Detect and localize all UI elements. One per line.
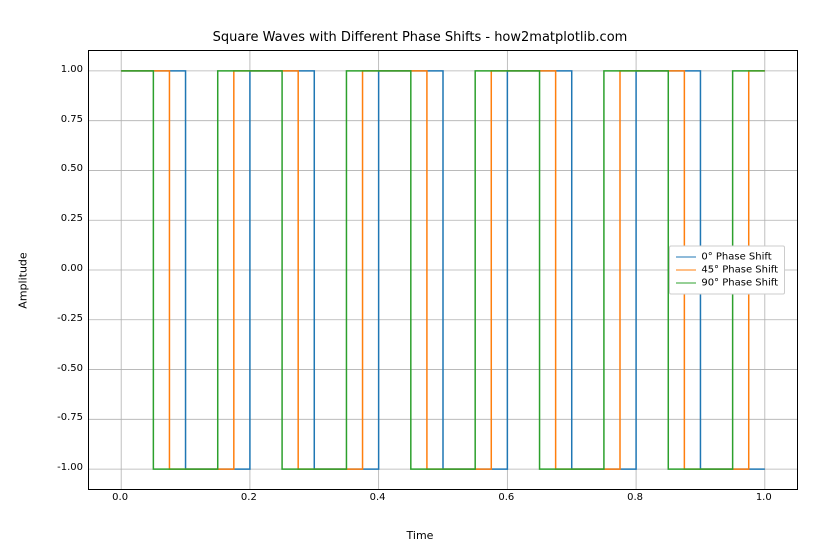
- chart-title: Square Waves with Different Phase Shifts…: [0, 30, 840, 45]
- y-tick: -0.75: [57, 412, 83, 423]
- x-tick: 0.2: [241, 492, 257, 503]
- plot-area: 0° Phase Shift 45° Phase Shift 90° Phase…: [88, 50, 798, 490]
- x-axis-label: Time: [0, 529, 840, 542]
- y-tick: 0.25: [61, 213, 83, 224]
- y-tick: -1.00: [57, 462, 83, 473]
- legend-label-1: 45° Phase Shift: [701, 265, 778, 276]
- legend-swatch-2: [676, 283, 696, 284]
- chart-container: Square Waves with Different Phase Shifts…: [0, 0, 840, 560]
- legend-item-1: 45° Phase Shift: [676, 264, 778, 277]
- legend-label-0: 0° Phase Shift: [701, 252, 771, 263]
- y-tick: -0.50: [57, 363, 83, 374]
- y-tick: 0.00: [61, 263, 83, 274]
- x-tick: 1.0: [756, 492, 772, 503]
- series-group: [121, 71, 765, 469]
- x-tick: 0.4: [370, 492, 386, 503]
- x-tick: 0.6: [498, 492, 514, 503]
- x-tick: 0.0: [112, 492, 128, 503]
- x-tick: 0.8: [627, 492, 643, 503]
- y-tick: 1.00: [61, 64, 83, 75]
- y-tick: 0.50: [61, 163, 83, 174]
- legend-item-0: 0° Phase Shift: [676, 251, 778, 264]
- legend: 0° Phase Shift 45° Phase Shift 90° Phase…: [669, 246, 785, 295]
- legend-item-2: 90° Phase Shift: [676, 277, 778, 290]
- y-tick: -0.25: [57, 313, 83, 324]
- legend-label-2: 90° Phase Shift: [701, 278, 778, 289]
- legend-swatch-1: [676, 270, 696, 271]
- y-tick: 0.75: [61, 114, 83, 125]
- legend-swatch-0: [676, 257, 696, 258]
- y-axis-label: Amplitude: [16, 0, 30, 560]
